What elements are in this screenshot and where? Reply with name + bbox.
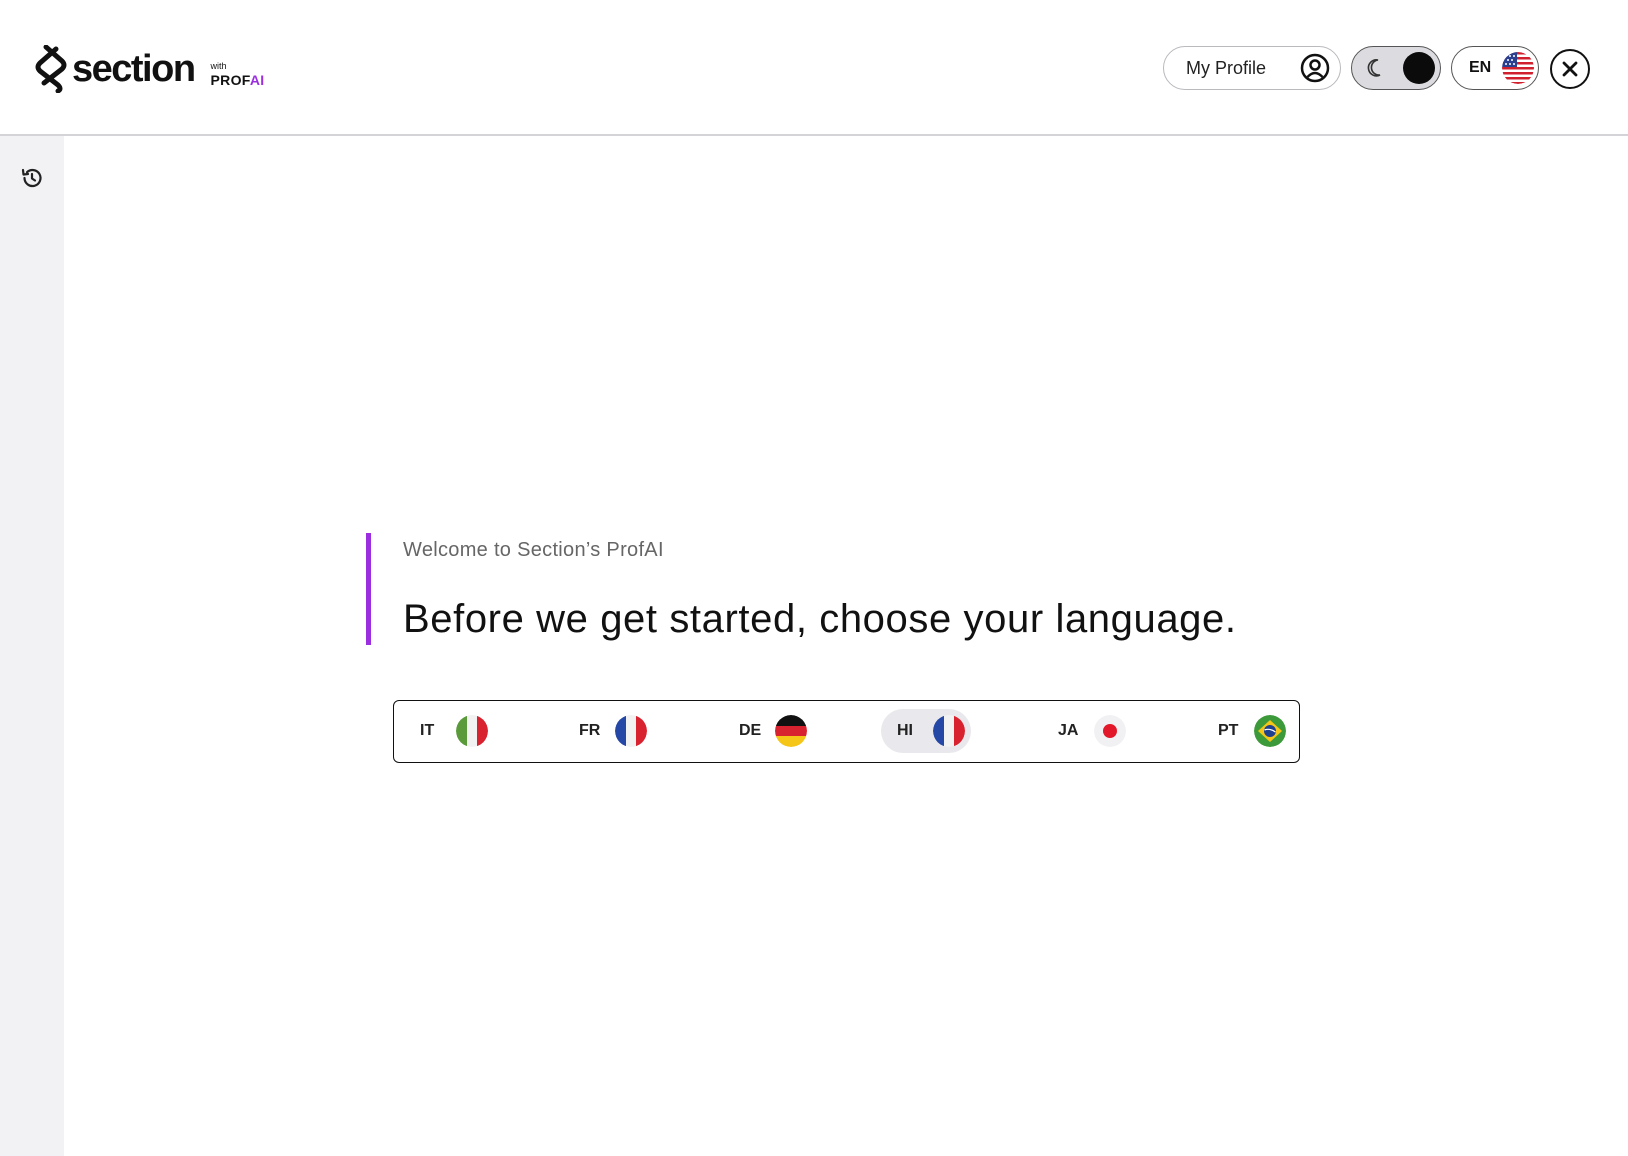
language-option-ja[interactable]: JA xyxy=(1042,709,1132,753)
germany-flag-icon xyxy=(775,715,807,747)
france-flag-icon xyxy=(615,715,647,747)
current-language-code: EN xyxy=(1469,59,1492,76)
italy-flag-icon xyxy=(456,715,488,747)
language-option-de[interactable]: DE xyxy=(723,709,813,753)
language-code: JA xyxy=(1058,722,1079,739)
usa-flag-icon xyxy=(1502,52,1534,84)
user-avatar-icon xyxy=(1300,53,1330,83)
top-header: section with PROFAI My Profile EN xyxy=(0,0,1628,136)
language-code: PT xyxy=(1218,722,1239,739)
dark-mode-toggle[interactable] xyxy=(1351,46,1441,90)
toggle-knob xyxy=(1403,52,1435,84)
my-profile-button[interactable]: My Profile xyxy=(1163,46,1341,90)
page-title: Before we get started, choose your langu… xyxy=(403,597,1237,641)
logo-profai-text: PROFAI xyxy=(210,71,265,88)
language-option-pt[interactable]: PT xyxy=(1202,709,1292,753)
close-icon xyxy=(1562,61,1578,77)
france-flag-icon xyxy=(933,715,965,747)
logo-with-text: with xyxy=(210,60,227,71)
logo-wordmark: section xyxy=(72,48,196,90)
language-code: DE xyxy=(739,722,762,739)
language-options-bar: IT FR DE HI JA PT xyxy=(393,700,1300,763)
language-option-fr[interactable]: FR xyxy=(563,709,653,753)
moon-icon xyxy=(1367,59,1381,77)
welcome-text: Welcome to Section’s ProfAI xyxy=(403,539,664,561)
japan-flag-icon xyxy=(1094,715,1126,747)
language-code: HI xyxy=(897,722,913,739)
section-logo[interactable]: section with PROFAI xyxy=(34,44,264,94)
close-button[interactable] xyxy=(1550,49,1590,89)
history-icon[interactable] xyxy=(20,166,44,190)
language-option-it[interactable]: IT xyxy=(404,709,494,753)
logo-subtitle: with PROFAI xyxy=(210,60,265,88)
section-logo-icon xyxy=(35,45,67,93)
language-code: FR xyxy=(579,722,601,739)
language-selector-button[interactable]: EN xyxy=(1451,46,1539,90)
brazil-flag-icon xyxy=(1254,715,1286,747)
language-code: IT xyxy=(420,722,435,739)
my-profile-label: My Profile xyxy=(1186,57,1267,78)
welcome-section: Welcome to Section’s ProfAI Before we ge… xyxy=(366,533,1331,645)
left-sidebar xyxy=(0,136,64,1156)
language-option-hi[interactable]: HI xyxy=(881,709,971,753)
